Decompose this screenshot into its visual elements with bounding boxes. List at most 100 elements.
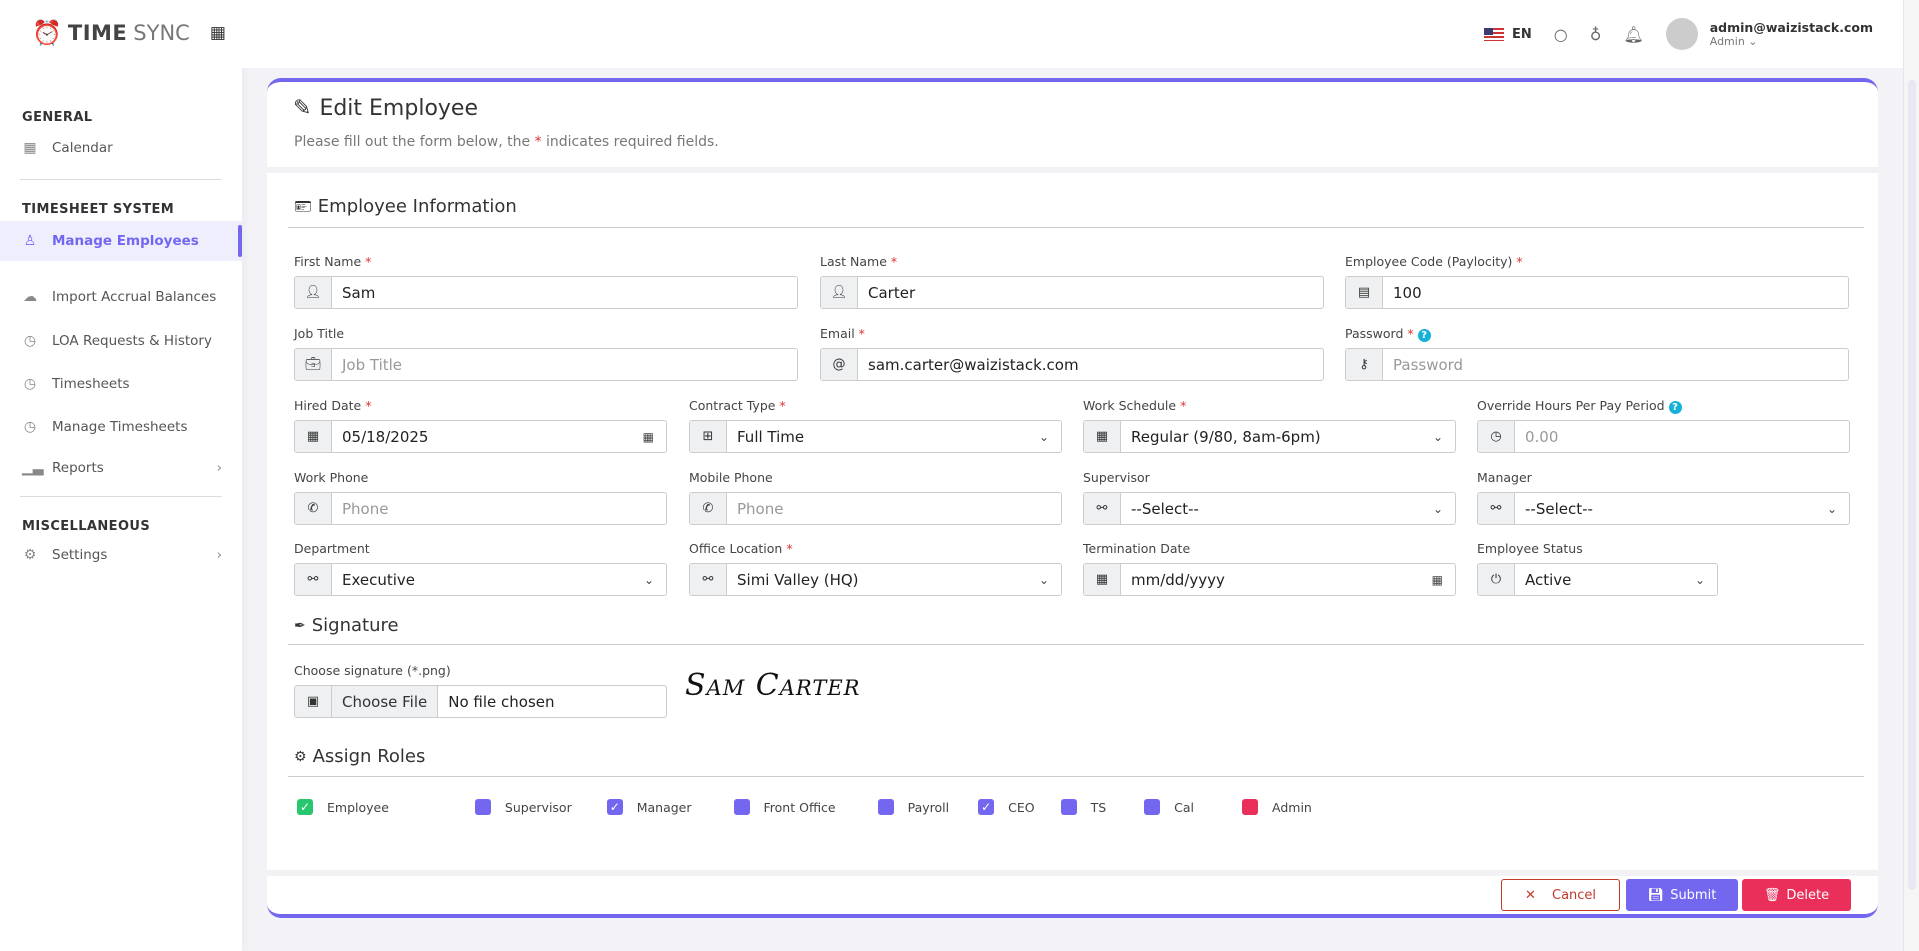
chevron-down-icon: ⌄ [1748, 35, 1758, 48]
edit-icon: ✎ [293, 96, 312, 121]
help-icon[interactable]: ? [1668, 401, 1682, 414]
role-label: Front Office [763, 799, 836, 815]
sidebar-item-manage-timesheets[interactable]: ◷ Manage Timesheets [0, 405, 242, 448]
sidebar-item-import-accrual[interactable]: ☁ Import Accrual Balances [0, 275, 242, 319]
department-input[interactable]: ⚯ Executive ⌄ [294, 563, 667, 596]
office-value: Simi Valley (HQ) [737, 570, 859, 589]
sidebar-item-reports[interactable]: ▁▃ Reports › [0, 448, 242, 488]
lightbulb-icon[interactable]: ♁ [1590, 25, 1602, 44]
signature-file-input[interactable]: ▣ Choose File No file chosen [294, 685, 667, 718]
calendar-icon: ▦ [1084, 421, 1121, 452]
user-role: Admin [1709, 35, 1745, 48]
sidebar-item-label: Manage Employees [52, 233, 199, 249]
sidebar-item-calendar[interactable]: ▦ Calendar [0, 129, 242, 167]
cloud-upload-icon: ☁ [23, 289, 37, 305]
link-icon: ⚯ [1478, 493, 1515, 524]
manager-label: Manager [1477, 470, 1532, 485]
hired-input[interactable]: ▦ 05/18/2025 ▦ [294, 420, 667, 453]
role-admin-checkbox[interactable]: Admin [1242, 799, 1312, 815]
role-manager-checkbox[interactable]: ✓ Manager [606, 799, 692, 815]
bell-icon[interactable]: 🔔︎ [1623, 25, 1643, 44]
job-title-value: Job Title [342, 355, 403, 374]
mobile-phone-input[interactable]: ✆ Phone [689, 492, 1062, 525]
phone-icon: ✆ [690, 493, 727, 524]
first-name-input[interactable]: 👤︎ Sam [294, 276, 798, 309]
submit-button[interactable]: 💾︎ Submit [1626, 879, 1738, 911]
language-selector[interactable]: EN [1483, 26, 1532, 42]
chevron-down-icon[interactable]: ⌄ [1039, 421, 1061, 452]
chevron-down-icon[interactable]: ⌄ [1695, 564, 1717, 595]
role-label: Cal [1174, 799, 1195, 815]
role-employee-checkbox[interactable]: ✓ Employee [297, 799, 389, 815]
role-cal-checkbox[interactable]: Cal [1144, 799, 1194, 815]
us-flag-icon [1483, 27, 1504, 41]
section-title-employee-information: Employee Information [317, 196, 517, 217]
checkbox-icon: ✓ [606, 799, 623, 815]
sidebar-item-loa-requests[interactable]: ◷ LOA Requests & History [0, 319, 242, 362]
mobile-phone-label: Mobile Phone [689, 470, 773, 485]
job-title-input[interactable]: 💼︎ Job Title [294, 348, 798, 381]
chevron-down-icon[interactable]: ⌄ [644, 564, 666, 595]
last-name-label: Last Name * [820, 254, 898, 269]
brand-name-bold: TIME [67, 21, 128, 45]
checkbox-icon [733, 799, 750, 815]
delete-button[interactable]: 🗑︎ Delete [1742, 879, 1851, 911]
role-ceo-checkbox[interactable]: ✓ CEO [978, 799, 1035, 815]
role-front-office-checkbox[interactable]: Front Office [733, 799, 836, 815]
sidebar-item-timesheets[interactable]: ◷ Timesheets [0, 362, 242, 405]
supervisor-input[interactable]: ⚯ --Select-- ⌄ [1083, 492, 1456, 525]
schedule-input[interactable]: ▦ Regular (9/80, 8am-6pm) ⌄ [1083, 420, 1456, 453]
section-miscellaneous: MISCELLANEOUS [22, 519, 151, 534]
chevron-down-icon[interactable]: ⌄ [1433, 421, 1455, 452]
divider [288, 227, 1864, 228]
page-scrollbar[interactable] [1903, 0, 1919, 951]
contract-input[interactable]: ⊞ Full Time ⌄ [689, 420, 1062, 453]
role-supervisor-checkbox[interactable]: Supervisor [474, 799, 572, 815]
sidebar-item-label: Timesheets [52, 375, 130, 392]
user-email: admin@waizistack.com [1709, 20, 1873, 35]
divider [20, 179, 222, 180]
email-value: sam.carter@waizistack.com [868, 355, 1079, 374]
trash-icon: 🗑︎ [1763, 887, 1781, 903]
sidebar-item-manage-employees[interactable]: ♙ Manage Employees [0, 221, 242, 261]
status-input[interactable]: ⏻ Active ⌄ [1477, 563, 1718, 596]
chevron-down-icon[interactable]: ⌄ [1039, 564, 1061, 595]
section-general: GENERAL [22, 110, 93, 125]
sidebar: ⏰ TIME SYNC ▦ GENERAL ▦ Calendar TIMESHEE… [0, 0, 242, 951]
users-icon: ♙ [23, 233, 37, 249]
chevron-down-icon[interactable]: ⌄ [1827, 493, 1849, 524]
scrollbar-thumb[interactable] [1908, 80, 1916, 890]
email-input[interactable]: @ sam.carter@waizistack.com [820, 348, 1324, 381]
office-input[interactable]: ⚯ Simi Valley (HQ) ⌄ [689, 563, 1062, 596]
language-label: EN [1511, 26, 1532, 42]
gear-icon: ⚙ [23, 547, 37, 563]
termination-input[interactable]: ▦ mm/dd/yyyy ▦ [1083, 563, 1456, 596]
grid-menu-icon[interactable]: ▦ [210, 23, 226, 43]
code-value: 100 [1393, 283, 1422, 302]
signature-image: Sam Carter [685, 668, 861, 703]
user-menu[interactable]: admin@waizistack.com Admin ⌄ [1665, 18, 1873, 50]
checkbox-icon: ✓ [297, 799, 313, 815]
password-label: Password * ? [1345, 326, 1849, 342]
role-ts-checkbox[interactable]: TS [1060, 799, 1106, 815]
calendar-picker-icon[interactable]: ▦ [643, 421, 666, 452]
help-icon[interactable]: ? [1417, 329, 1431, 342]
chevron-down-icon[interactable]: ⌄ [1433, 493, 1455, 524]
brand-logo[interactable]: ⏰ TIME SYNC ▦ [0, 0, 242, 66]
signature-label: Choose signature (*.png) [294, 663, 451, 678]
cancel-button[interactable]: ✕ Cancel [1501, 879, 1620, 911]
work-phone-input[interactable]: ✆ Phone [294, 492, 667, 525]
calendar-picker-icon[interactable]: ▦ [1432, 564, 1455, 595]
chevron-right-icon: › [216, 460, 222, 476]
sidebar-item-label: Import Accrual Balances [52, 289, 217, 305]
last-name-input[interactable]: 👤︎ Carter [820, 276, 1324, 309]
link-icon: ⚯ [295, 564, 332, 595]
sidebar-item-settings[interactable]: ⚙ Settings › [0, 536, 242, 574]
override-input[interactable]: ◷ 0.00 [1477, 420, 1850, 453]
password-input[interactable]: ⚷ Password [1345, 348, 1849, 381]
role-payroll-checkbox[interactable]: Payroll [877, 799, 949, 815]
manager-input[interactable]: ⚯ --Select-- ⌄ [1477, 492, 1850, 525]
search-icon[interactable]: ○ [1554, 25, 1568, 44]
code-input[interactable]: ▤ 100 [1345, 276, 1849, 309]
choose-file-button[interactable]: Choose File [332, 686, 439, 717]
